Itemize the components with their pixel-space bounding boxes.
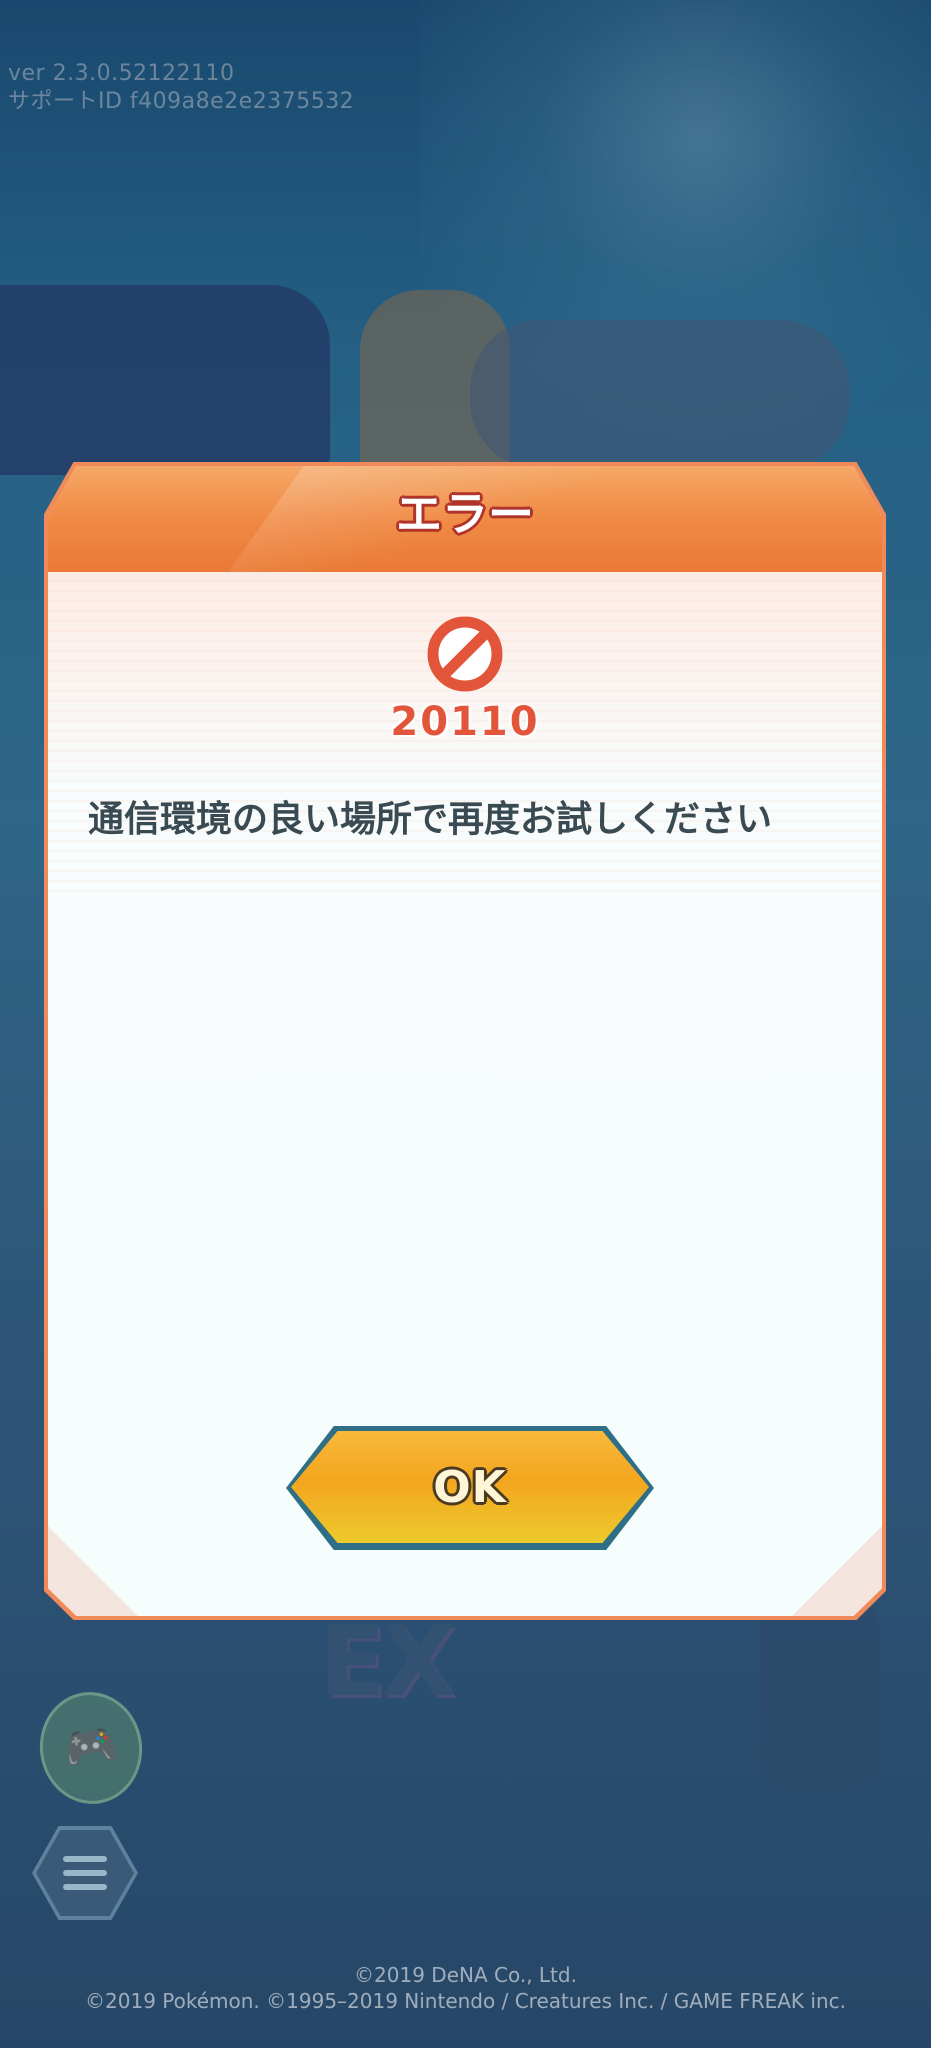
error-message: 通信環境の良い場所で再度お試しください [88,799,773,840]
game-screen: ver 2.3.0.52122110 サポートID f409a8e2e23755… [0,0,931,2048]
prohibited-icon [427,616,503,692]
copyright-dena: ©2019 DeNA Co., Ltd. [354,1963,577,1987]
ok-button-label: OK [433,1461,507,1513]
ok-button[interactable]: OK [286,1426,654,1550]
corner-decoration-right [792,1526,882,1616]
copyright-pokemon: ©2019 Pokémon. ©1995–2019 Nintendo / Cre… [85,1989,846,2013]
dialog-header: エラー [48,466,882,572]
gamepad-icon: 🎮 [60,1718,122,1777]
error-code: 20110 [390,699,540,745]
dialog-title: エラー [396,487,534,541]
corner-decoration-left [48,1526,138,1616]
ok-button-face: OK [291,1431,649,1543]
hamburger-menu-icon [36,1830,134,1916]
